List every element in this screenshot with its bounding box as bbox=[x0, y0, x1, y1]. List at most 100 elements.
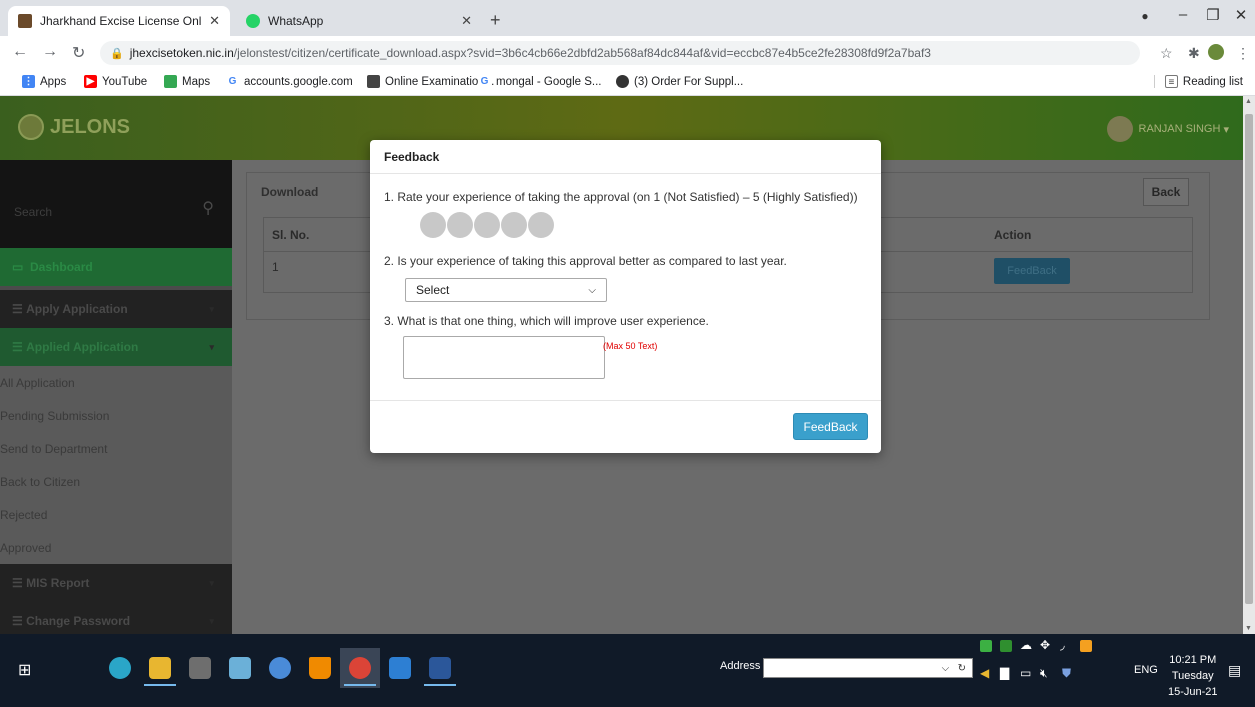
sidebar-item-applied-application[interactable]: ☰ Applied Application ▾ bbox=[0, 328, 232, 366]
sidebar-subitem-pending-submission[interactable]: Pending Submission bbox=[0, 399, 232, 432]
site-favicon-icon bbox=[18, 14, 32, 28]
profile-avatar-icon[interactable] bbox=[1208, 44, 1224, 60]
exam-icon bbox=[367, 75, 380, 88]
search-icon[interactable]: ⚲ bbox=[202, 198, 214, 218]
forward-arrow-icon[interactable]: → bbox=[42, 43, 58, 61]
address-toolbar-input[interactable]: ⌵ ↻ bbox=[763, 658, 973, 678]
scrollbar-thumb[interactable] bbox=[1245, 114, 1253, 604]
rating-dot-4[interactable] bbox=[501, 212, 527, 238]
back-arrow-icon[interactable]: ← bbox=[12, 43, 28, 61]
google-icon: G bbox=[226, 75, 239, 88]
photos-icon[interactable] bbox=[380, 648, 420, 688]
notepad-icon[interactable] bbox=[220, 648, 260, 688]
rating-dot-2[interactable] bbox=[447, 212, 473, 238]
reading-list[interactable]: ≡ Reading list bbox=[1153, 75, 1243, 88]
minimize-icon[interactable]: – bbox=[1168, 6, 1198, 23]
sidebar-item-apply-application[interactable]: ☰ Apply Application ▾ bbox=[0, 290, 232, 328]
modal-title: Feedback bbox=[370, 140, 881, 174]
plus-icon[interactable]: + bbox=[490, 10, 501, 31]
back-button[interactable]: Back bbox=[1143, 178, 1189, 206]
comparison-select[interactable]: Select ⌵ bbox=[405, 278, 607, 302]
tab-jharkhand-excise[interactable]: Jharkhand Excise License Online ✕ bbox=[8, 6, 230, 36]
scroll-up-icon[interactable]: ▲ bbox=[1245, 98, 1252, 105]
tray-wifi-icon[interactable]: ◞ bbox=[1060, 638, 1065, 652]
column-header-action: Action bbox=[994, 228, 1032, 242]
extensions-icon[interactable]: ✱ bbox=[1188, 45, 1200, 62]
chrome-blue-icon[interactable] bbox=[260, 648, 300, 688]
windows-start-icon[interactable]: ⊞ bbox=[18, 660, 31, 680]
vlc-icon[interactable] bbox=[300, 648, 340, 688]
bookmark-order[interactable]: (3) Order For Suppl... bbox=[616, 75, 743, 88]
bookmark-apps[interactable]: ⋮ Apps bbox=[22, 75, 66, 88]
maps-icon bbox=[164, 75, 177, 88]
sidebar-subitem-send-to-department[interactable]: Send to Department bbox=[0, 432, 232, 465]
address-bar[interactable]: 🔒 jhexcisetoken.nic.in/jelonstest/citize… bbox=[100, 41, 1140, 65]
bookmark-online-exam[interactable]: Online Examination... bbox=[367, 75, 494, 88]
sidebar-item-change-password[interactable]: ☰ Change Password ▾ bbox=[0, 602, 232, 634]
notification-icon[interactable]: ▤ bbox=[1228, 662, 1241, 679]
edge-icon[interactable] bbox=[100, 648, 140, 688]
bookmark-mongal[interactable]: Gmongal - Google S... bbox=[478, 75, 601, 88]
sidebar-subitem-rejected[interactable]: Rejected bbox=[0, 498, 232, 531]
volume-mute-icon[interactable]: 🔇︎ bbox=[1040, 666, 1048, 681]
rating-dot-5[interactable] bbox=[528, 212, 554, 238]
menu-icon[interactable]: ⋮ bbox=[1236, 45, 1250, 62]
chevron-down-icon: ▾ bbox=[1220, 123, 1229, 136]
star-icon[interactable]: ☆ bbox=[1160, 45, 1173, 62]
chevron-down-icon[interactable]: ⌵ bbox=[942, 663, 950, 674]
bookmark-maps[interactable]: Maps bbox=[164, 75, 210, 88]
improvement-textarea[interactable] bbox=[403, 336, 605, 379]
table-row-feedback-button[interactable]: FeedBack bbox=[994, 258, 1070, 284]
emblem-icon bbox=[18, 114, 44, 140]
sidebar-search[interactable]: Search ⚲ bbox=[0, 160, 232, 248]
youtube-icon: ▶ bbox=[84, 75, 97, 88]
taskbar-clock[interactable]: 10:21 PM Tuesday 15-Jun-21 bbox=[1168, 652, 1218, 700]
sidebar-subitem-approved[interactable]: Approved bbox=[0, 531, 232, 564]
sidebar-item-dashboard[interactable]: ▭ Dashboard bbox=[0, 248, 232, 286]
bookmark-youtube[interactable]: ▶ YouTube bbox=[84, 75, 147, 88]
user-menu[interactable]: RANJAN SINGH ▾ bbox=[1106, 116, 1229, 142]
tray-check-icon[interactable] bbox=[980, 640, 992, 652]
bookmarks-bar: ⋮ Apps ▶ YouTube Maps Gaccounts.google.com… bbox=[0, 70, 1255, 96]
word-icon[interactable] bbox=[420, 648, 460, 688]
tray-shield-icon[interactable] bbox=[1000, 640, 1012, 652]
file-explorer-icon[interactable] bbox=[140, 648, 180, 688]
battery-icon[interactable]: ▭ bbox=[1020, 666, 1031, 680]
sidebar-subitem-back-to-citizen[interactable]: Back to Citizen bbox=[0, 465, 232, 498]
tray-network-icon[interactable]: ✥ bbox=[1040, 638, 1050, 652]
profile-icon[interactable]: ● bbox=[1130, 9, 1160, 23]
site-logo[interactable]: JELONS bbox=[18, 114, 130, 140]
chevron-down-icon: ▾ bbox=[209, 615, 214, 626]
rating-dot-3[interactable] bbox=[474, 212, 500, 238]
monitor-icon: ▭ bbox=[12, 260, 31, 274]
close-tab-icon[interactable]: ✕ bbox=[461, 13, 472, 29]
maximize-icon[interactable]: ❐ bbox=[1198, 6, 1228, 24]
tray-app-icon[interactable] bbox=[1080, 640, 1092, 652]
chrome-icon[interactable] bbox=[340, 648, 380, 688]
tray-back-icon[interactable]: ◀ bbox=[980, 666, 989, 680]
sidebar-subitem-all-application[interactable]: All Application bbox=[0, 366, 232, 399]
clock-day: Tuesday bbox=[1171, 670, 1214, 682]
close-tab-icon[interactable]: ✕ bbox=[209, 13, 220, 29]
reload-icon[interactable]: ↻ bbox=[72, 43, 85, 63]
feedback-submit-button[interactable]: FeedBack bbox=[793, 413, 868, 440]
rating-dot-1[interactable] bbox=[420, 212, 446, 238]
search-input[interactable]: Search bbox=[14, 205, 52, 219]
scroll-down-icon[interactable]: ▼ bbox=[1245, 625, 1252, 632]
app-icon[interactable] bbox=[180, 648, 220, 688]
close-window-icon[interactable]: ✕ bbox=[1226, 6, 1255, 24]
sidebar-item-mis-report[interactable]: ☰ MIS Report ▾ bbox=[0, 564, 232, 602]
security-icon[interactable]: ⛊ bbox=[1062, 666, 1071, 681]
rating-control[interactable] bbox=[420, 212, 554, 238]
avatar bbox=[1106, 116, 1133, 142]
chevron-down-icon: ▾ bbox=[209, 341, 214, 352]
tab-whatsapp[interactable]: WhatsApp ✕ bbox=[236, 6, 482, 36]
bookmark-google-accounts[interactable]: Gaccounts.google.com bbox=[226, 75, 353, 88]
page-scrollbar[interactable]: ▲ ▼ bbox=[1243, 96, 1255, 634]
tray-display-icon[interactable]: ▇ bbox=[1000, 666, 1009, 680]
tray-cloud-icon[interactable]: ☁ bbox=[1020, 638, 1032, 652]
refresh-icon[interactable]: ↻ bbox=[958, 663, 966, 674]
apps-grid-icon: ⋮ bbox=[22, 75, 35, 88]
language-indicator[interactable]: ENG bbox=[1134, 664, 1158, 676]
google-icon: G bbox=[478, 75, 491, 88]
